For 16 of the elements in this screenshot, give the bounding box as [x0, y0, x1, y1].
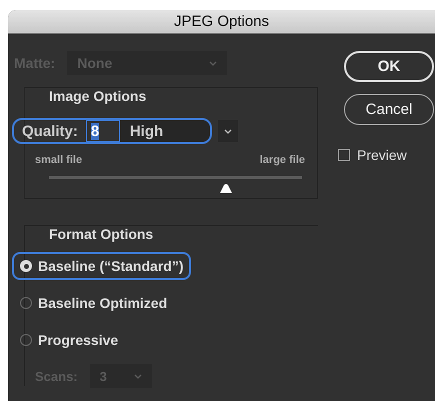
window-title: JPEG Options — [174, 13, 270, 30]
slider-thumb[interactable] — [218, 183, 234, 193]
radio-option[interactable]: Baseline (“Standard”) — [12, 252, 192, 280]
dropdown-button[interactable] — [218, 120, 238, 142]
radio-option[interactable]: Progressive — [12, 326, 126, 354]
chevron-icon — [209, 60, 218, 66]
preview-label: Preview — [357, 147, 407, 163]
radio-option[interactable]: Baseline Optimized — [12, 289, 176, 317]
cancel-button[interactable]: Cancel — [344, 94, 434, 125]
slider-max-label: large file — [260, 154, 305, 166]
slider-min-label: small file — [35, 154, 82, 166]
chevron-icon — [224, 128, 232, 134]
preview-checkbox[interactable] — [338, 149, 350, 161]
quality-field[interactable]: Quality: 8 High — [12, 118, 212, 144]
chevron-icon — [134, 374, 142, 378]
ok-button[interactable]: OK — [344, 51, 434, 82]
